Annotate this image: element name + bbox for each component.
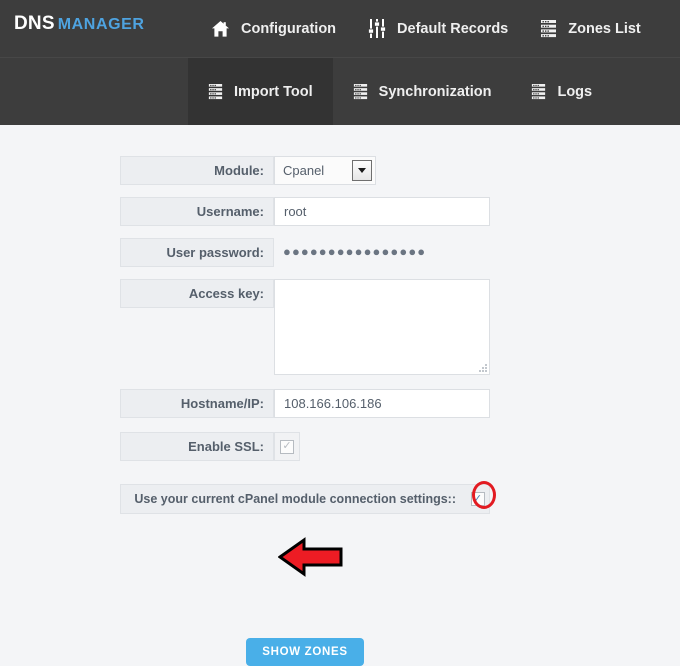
sliders-icon bbox=[368, 19, 386, 38]
brand-logo: DNS MANAGER bbox=[14, 13, 145, 35]
show-zones-button[interactable]: SHOW ZONES bbox=[246, 638, 364, 666]
enable-ssl-cell: ✓ bbox=[274, 432, 300, 461]
label-module: Module: bbox=[120, 156, 274, 185]
primary-nav-items: Configuration Default Records Zones List bbox=[195, 0, 657, 57]
secondary-nav-row: Import Tool Synchronization Logs bbox=[0, 58, 680, 125]
tab-label-logs: Logs bbox=[557, 83, 593, 100]
home-icon bbox=[211, 20, 230, 38]
form-row-username: Username: bbox=[120, 197, 490, 226]
use-current-settings-cell: ✓ bbox=[466, 484, 490, 514]
nav-label-zones-list: Zones List bbox=[568, 20, 641, 37]
username-input[interactable] bbox=[274, 197, 490, 226]
field-module: Cpanel bbox=[274, 156, 490, 185]
primary-nav-row: DNS MANAGER Configuration Default Record… bbox=[0, 0, 680, 58]
form-row-enable-ssl: Enable SSL: ✓ bbox=[120, 432, 490, 461]
form-row-use-current-settings: Use your current cPanel module connectio… bbox=[120, 484, 490, 514]
tab-import-tool[interactable]: Import Tool bbox=[188, 58, 333, 125]
label-hostname: Hostname/IP: bbox=[120, 389, 274, 418]
label-password: User password: bbox=[120, 238, 274, 267]
password-masked-value: ●●●●●●●●●●●●●●●● bbox=[283, 244, 427, 259]
form-row-access-key: Access key: bbox=[120, 279, 490, 375]
label-username: Username: bbox=[120, 197, 274, 226]
server-stack-icon bbox=[540, 19, 558, 38]
field-hostname bbox=[274, 389, 490, 418]
password-input[interactable]: ●●●●●●●●●●●●●●●● bbox=[274, 238, 490, 265]
server-stack-icon bbox=[531, 83, 547, 100]
use-current-settings-checkbox[interactable]: ✓ bbox=[470, 492, 485, 506]
nav-item-configuration[interactable]: Configuration bbox=[195, 0, 352, 57]
field-username bbox=[274, 197, 490, 226]
tab-logs[interactable]: Logs bbox=[511, 58, 612, 125]
brand-secondary: MANAGER bbox=[57, 16, 145, 33]
form-row-module: Module: Cpanel bbox=[120, 156, 490, 185]
tab-label-import-tool: Import Tool bbox=[234, 83, 313, 100]
module-select[interactable]: Cpanel bbox=[274, 156, 376, 185]
field-password: ●●●●●●●●●●●●●●●● bbox=[274, 238, 490, 265]
label-enable-ssl: Enable SSL: bbox=[120, 432, 274, 461]
form-row-hostname: Hostname/IP: bbox=[120, 389, 490, 418]
field-enable-ssl: ✓ bbox=[274, 432, 300, 461]
server-stack-icon bbox=[208, 83, 223, 100]
annotation-red-arrow bbox=[277, 536, 344, 583]
submit-row: SHOW ZONES bbox=[120, 638, 490, 666]
field-access-key bbox=[274, 279, 490, 375]
module-select-value: Cpanel bbox=[283, 163, 325, 178]
tab-label-synchronization: Synchronization bbox=[378, 83, 492, 100]
nav-item-default-records[interactable]: Default Records bbox=[352, 0, 524, 57]
server-stack-icon bbox=[352, 83, 368, 100]
hostname-input[interactable] bbox=[274, 389, 490, 418]
nav-item-zones-list[interactable]: Zones List bbox=[524, 0, 657, 57]
form-row-password: User password: ●●●●●●●●●●●●●●●● bbox=[120, 238, 490, 267]
chevron-down-icon[interactable] bbox=[352, 160, 372, 181]
brand-primary: DNS bbox=[14, 13, 55, 34]
tab-synchronization[interactable]: Synchronization bbox=[333, 58, 512, 125]
nav-label-default-records: Default Records bbox=[397, 20, 509, 37]
top-navbar: DNS MANAGER Configuration Default Record… bbox=[0, 0, 680, 125]
import-tool-form: Module: Cpanel Username: User password: … bbox=[120, 156, 490, 514]
access-key-textarea[interactable] bbox=[274, 279, 490, 375]
enable-ssl-checkbox[interactable]: ✓ bbox=[280, 439, 294, 454]
secondary-nav-items: Import Tool Synchronization Logs bbox=[188, 58, 612, 125]
nav-label-configuration: Configuration bbox=[241, 20, 337, 37]
label-use-current-settings: Use your current cPanel module connectio… bbox=[120, 484, 466, 514]
label-access-key: Access key: bbox=[120, 279, 274, 308]
